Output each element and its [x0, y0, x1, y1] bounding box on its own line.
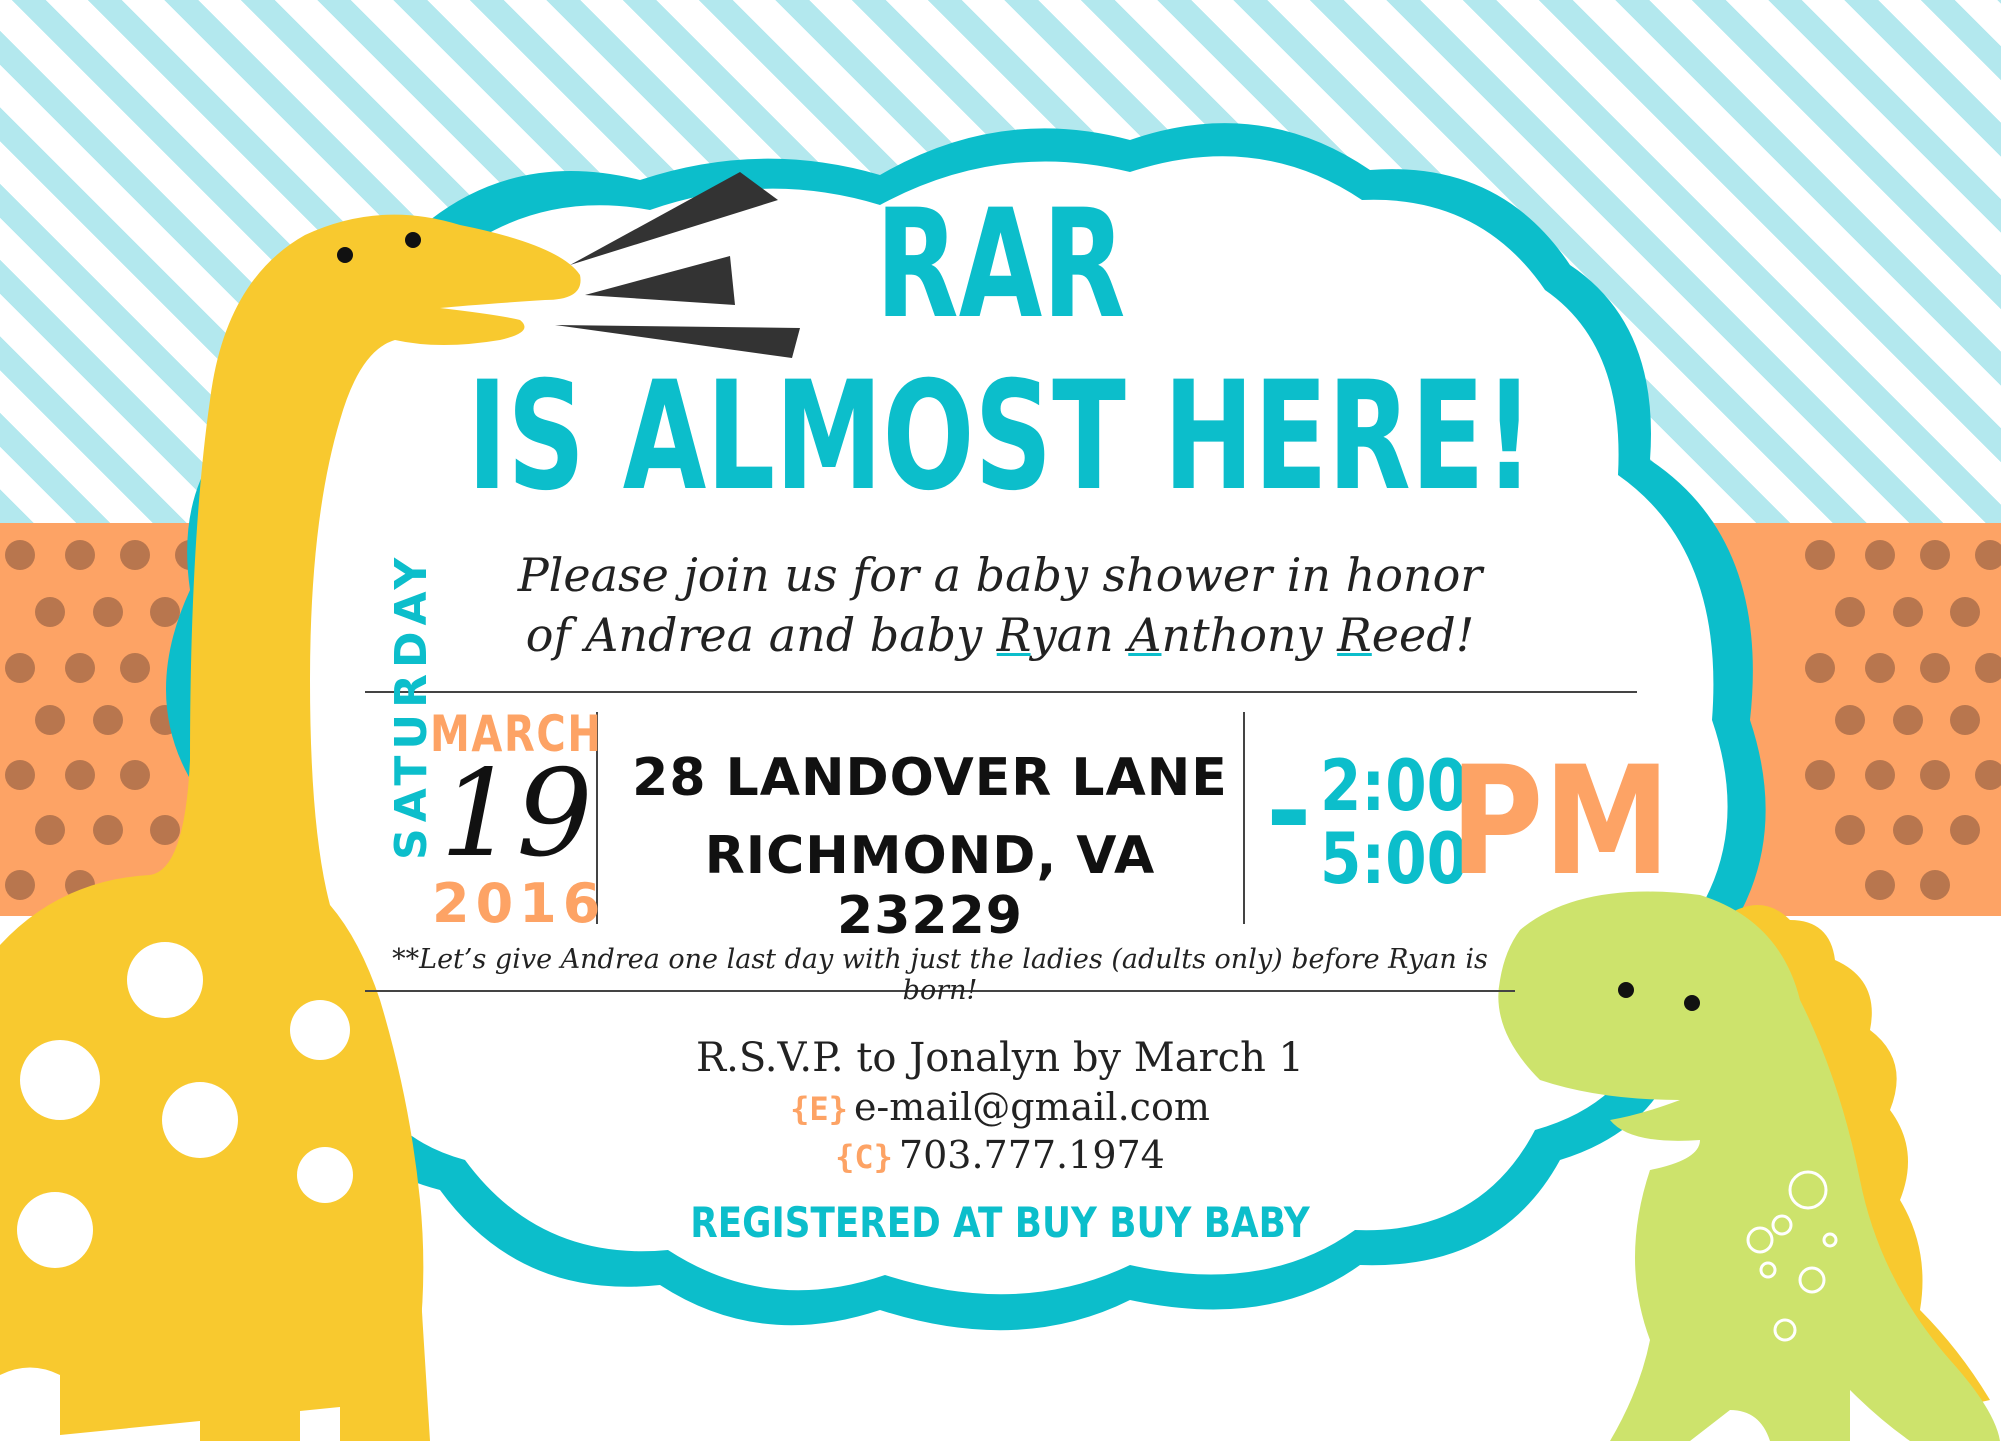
address-line-2: RICHMOND, VA 23229 [704, 826, 1156, 946]
intro-prefix: of Andrea and baby [525, 608, 997, 662]
intro-line-2: of Andrea and baby Ryan Anthony Reed! [380, 608, 1620, 662]
phone-tag: {C} [835, 1138, 893, 1176]
intro-line-1: Please join us for a baby shower in hono… [517, 548, 1483, 602]
rsvp-line: R.S.V.P. to Jonalyn by March 1 [695, 1035, 1304, 1081]
year-label: 2016 [432, 872, 607, 935]
address-line-1: 28 LANDOVER LANE [632, 748, 1228, 808]
name-reed-rest: eed! [1371, 608, 1475, 662]
time-start: 2:00 [1320, 745, 1469, 827]
name-anthony-rest: nthony [1161, 608, 1338, 662]
time-divider [1243, 712, 1245, 924]
green-t-rex-illustration [1498, 891, 2000, 1441]
top-divider [365, 691, 1637, 693]
name-ryan-rest: yan [1030, 608, 1129, 662]
initial-a: A [1128, 608, 1162, 662]
day-number: 19 [440, 745, 593, 884]
registry-line: REGISTERED AT BUY BUY BABY [690, 1198, 1310, 1247]
email-address[interactable]: e-mail@gmail.com [854, 1085, 1210, 1129]
phone-line: {C} 703.777.1974 [500, 1133, 1500, 1177]
phone-number[interactable]: 703.777.1974 [899, 1133, 1165, 1177]
time-suffix: PM [1450, 735, 1671, 909]
email-line: {E} e-mail@gmail.com [500, 1085, 1500, 1129]
adults-only-note: **Let’s give Andrea one last day with ju… [392, 944, 1488, 1006]
email-tag: {E} [790, 1090, 848, 1128]
initial-r: R [996, 608, 1031, 662]
time-dash: - [1266, 747, 1312, 875]
initial-r-2: R [1337, 608, 1372, 662]
headline-line-1: RAR [875, 178, 1126, 352]
headline-line-2: IS ALMOST HERE! [467, 350, 1534, 524]
time-end: 5:00 [1320, 818, 1469, 900]
invitation-card: RAR IS ALMOST HERE! Please join us for a… [0, 0, 2001, 1441]
